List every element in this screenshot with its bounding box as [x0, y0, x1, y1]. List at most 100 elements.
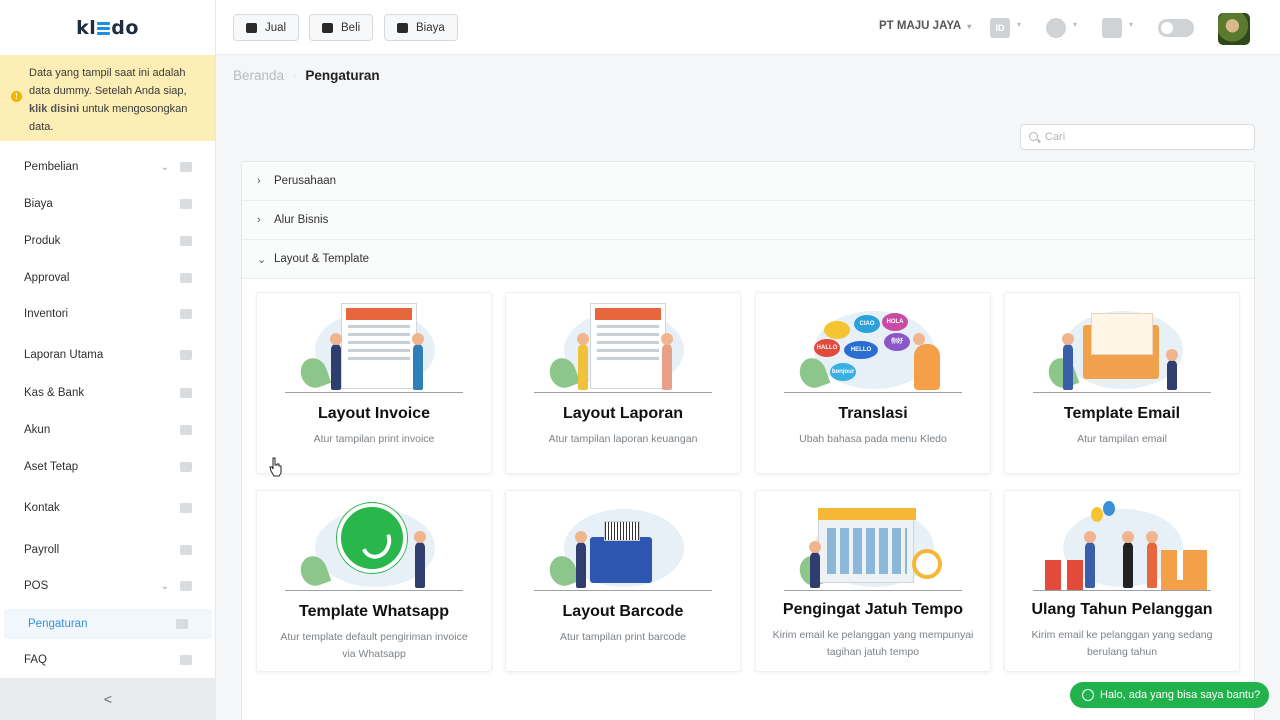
biaya-button[interactable]: Biaya	[384, 14, 458, 41]
accordion-layout-template[interactable]: ⌄ Layout & Template	[242, 240, 1254, 279]
card-translasi[interactable]: CIAO HOLA HELLO HALLO 你好 bonjour Transla…	[755, 292, 991, 474]
breadcrumb: Beranda · Pengaturan	[233, 68, 380, 83]
pos-icon	[180, 581, 192, 591]
bell-icon[interactable]	[1102, 18, 1122, 38]
invoice-illustration	[285, 301, 463, 393]
sidebar-item-label: Inventori	[24, 308, 69, 320]
wallet-icon	[397, 22, 408, 33]
sidebar-item-produk[interactable]: Produk	[0, 226, 216, 256]
avatar[interactable]	[1218, 13, 1250, 45]
card-title: Layout Laporan	[562, 405, 683, 422]
accordion-perusahaan[interactable]: › Perusahaan	[242, 162, 1254, 201]
bubble-hallo: HALLO	[814, 339, 840, 357]
chevron-right-icon: ›	[257, 175, 261, 187]
bag-icon	[180, 162, 192, 172]
sidebar-item-kas-bank[interactable]: Kas & Bank	[0, 378, 216, 408]
whatsapp-chat-button[interactable]: Halo, ada yang bisa saya bantu?	[1070, 682, 1269, 708]
card-ulang-tahun-pelanggan[interactable]: Ulang Tahun Pelanggan Kirim email ke pel…	[1004, 490, 1240, 672]
dollar-icon	[180, 388, 192, 398]
sidebar-item-faq[interactable]: FAQ	[0, 645, 216, 675]
theme-toggle[interactable]	[1158, 19, 1194, 37]
bubble-icon	[824, 321, 850, 339]
check-icon	[180, 273, 192, 283]
sidebar-item-biaya[interactable]: Biaya	[0, 189, 216, 219]
card-template-email[interactable]: Template Email Atur tampilan email	[1004, 292, 1240, 474]
search-icon	[1029, 132, 1038, 141]
card-description: Atur template default pengiriman invoice…	[280, 631, 468, 660]
clear-data-link[interactable]: klik disini	[29, 103, 79, 115]
sidebar-item-label: Kas & Bank	[24, 387, 85, 399]
beli-button[interactable]: Beli	[309, 14, 374, 41]
sidebar-item-akun[interactable]: Akun	[0, 415, 216, 445]
card-template-whatsapp[interactable]: Template Whatsapp Atur template default …	[256, 490, 492, 672]
whatsapp-icon	[337, 503, 407, 573]
logo-e-mark	[97, 21, 111, 36]
card-description: Kirim email ke pelanggan yang sedang ber…	[1031, 629, 1213, 658]
sidebar-item-inventori[interactable]: Inventori	[0, 299, 216, 329]
bubble-hello: HELLO	[844, 341, 878, 359]
question-icon	[180, 655, 192, 665]
alarm-clock-icon	[912, 549, 942, 579]
card-title: Template Email	[1063, 405, 1181, 422]
accordion-label: Perusahaan	[274, 175, 337, 187]
sidebar-item-label: Produk	[24, 235, 61, 247]
chevron-down-icon: ▾	[1129, 20, 1134, 29]
sidebar-item-label: Akun	[24, 424, 51, 436]
chevron-down-icon: ⌄	[160, 161, 169, 173]
chevron-down-icon: ⌄	[160, 580, 169, 592]
accordion-alur-bisnis[interactable]: › Alur Bisnis	[242, 201, 1254, 240]
card-layout-invoice[interactable]: Layout Invoice Atur tampilan print invoi…	[256, 292, 492, 474]
breadcrumb-separator: ·	[293, 70, 297, 81]
biaya-button-label: Biaya	[416, 21, 445, 34]
kledo-logo[interactable]: kl do	[0, 0, 215, 55]
jual-button-label: Jual	[265, 21, 287, 34]
chart-icon	[180, 350, 192, 360]
sidebar-item-approval[interactable]: Approval	[0, 263, 216, 293]
language-selector[interactable]: ID	[990, 18, 1010, 38]
email-illustration	[1033, 301, 1211, 393]
bubble-ciao: CIAO	[854, 315, 880, 333]
sidebar-item-pos[interactable]: POS ⌄	[0, 571, 216, 601]
translation-illustration: CIAO HOLA HELLO HALLO 你好 bonjour	[784, 301, 962, 393]
accordion-label: Layout & Template	[274, 253, 370, 265]
company-selector[interactable]: PT MAJU JAYA	[879, 20, 971, 32]
card-title: Template Whatsapp	[299, 603, 449, 620]
sidebar-item-aset-tetap[interactable]: Aset Tetap	[0, 452, 216, 482]
search-input[interactable]: Cari	[1020, 124, 1255, 150]
card-description: Atur tampilan print barcode	[559, 631, 687, 643]
sidebar-collapse-button[interactable]: <	[0, 678, 216, 720]
barcode-printer-icon	[590, 521, 652, 583]
sidebar-item-label: Kontak	[24, 502, 60, 514]
card-description: Ubah bahasa pada menu Kledo	[799, 433, 947, 445]
card-pengingat-jatuh-tempo[interactable]: Pengingat Jatuh Tempo Kirim email ke pel…	[755, 490, 991, 672]
sidebar-item-pembelian[interactable]: Pembelian ⌄	[0, 152, 216, 182]
sidebar-item-kontak[interactable]: Kontak	[0, 493, 216, 523]
breadcrumb-home[interactable]: Beranda	[233, 68, 284, 83]
sidebar-item-laporan-utama[interactable]: Laporan Utama	[0, 340, 216, 370]
bag-icon	[322, 22, 333, 33]
jual-button[interactable]: Jual	[233, 14, 300, 41]
birthday-illustration	[1033, 499, 1211, 591]
card-layout-barcode[interactable]: Layout Barcode Atur tampilan print barco…	[505, 490, 741, 672]
accordion-label: Alur Bisnis	[274, 214, 329, 226]
sidebar-item-label: Aset Tetap	[24, 461, 79, 473]
chevron-right-icon: ›	[257, 214, 261, 226]
whatsapp-illustration	[285, 499, 463, 591]
card-description: Atur tampilan print invoice	[313, 433, 435, 445]
card-description: Atur tampilan email	[1077, 433, 1167, 445]
sidebar-item-label: Biaya	[24, 198, 53, 210]
gears-icon	[176, 619, 188, 629]
card-title: Layout Invoice	[317, 405, 431, 422]
calendar-illustration	[784, 499, 962, 591]
report-illustration	[534, 301, 712, 393]
card-description: Atur tampilan laporan keuangan	[548, 433, 698, 445]
contact-icon	[180, 503, 192, 513]
sidebar-item-label: Approval	[24, 272, 70, 284]
clock-icon[interactable]	[1046, 18, 1066, 38]
card-layout-laporan[interactable]: Layout Laporan Atur tampilan laporan keu…	[505, 292, 741, 474]
sidebar: kl do ! Data yang tampil saat ini adalah…	[0, 0, 216, 720]
sidebar-item-pengaturan[interactable]: Pengaturan	[4, 609, 212, 639]
sidebar-item-label: FAQ	[24, 654, 48, 666]
sidebar-item-payroll[interactable]: Payroll	[0, 535, 216, 565]
calendar-icon	[818, 508, 916, 583]
